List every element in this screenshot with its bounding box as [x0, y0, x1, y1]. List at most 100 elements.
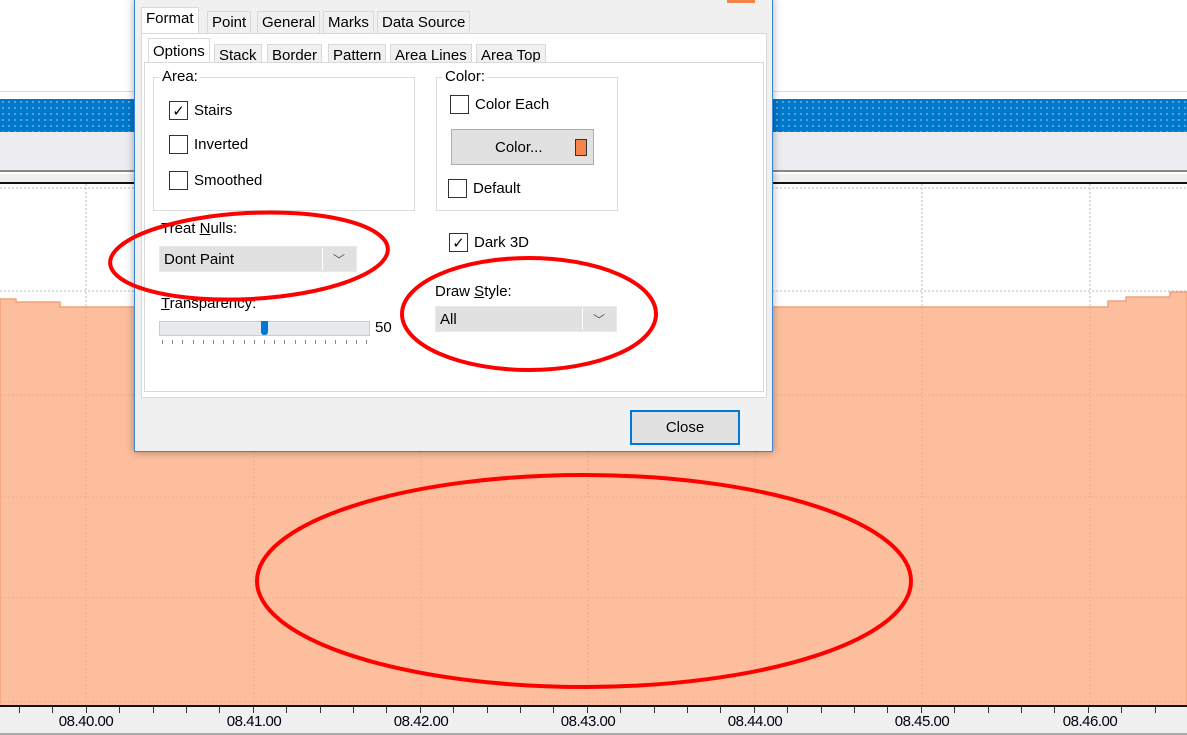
slider-tick	[366, 340, 367, 344]
axis-tick	[1121, 707, 1123, 713]
slider-tick	[202, 340, 204, 344]
axis-tick	[720, 707, 722, 713]
axis-tick	[453, 707, 455, 713]
stairs-label: Stairs	[194, 102, 233, 119]
x-tick-label: 08.40.00	[58, 713, 114, 730]
smoothed-checkbox[interactable]: Smoothed	[169, 171, 262, 190]
color-button-label: Color...	[495, 138, 543, 156]
tab-data-source[interactable]: Data Source	[377, 11, 471, 33]
slider-tick	[223, 340, 225, 344]
axis-tick	[219, 707, 221, 713]
treat-nulls-value: Dont Paint	[164, 250, 235, 268]
axis-tick	[386, 707, 388, 713]
default-label: Default	[473, 180, 521, 197]
tab-marks[interactable]: Marks	[323, 11, 374, 33]
axis-tick	[520, 707, 521, 713]
chevron-down-icon: ﹀	[582, 308, 615, 330]
dark-3d-label: Dark 3D	[474, 234, 530, 251]
axis-tick	[119, 707, 121, 713]
checkbox-box	[448, 179, 467, 198]
close-button-label: Close	[665, 419, 705, 436]
x-tick-label: 08.42.00	[393, 713, 449, 730]
slider-tick	[192, 340, 194, 344]
slider-tick	[335, 340, 337, 344]
treat-nulls-label: Treat Nulls:	[161, 220, 238, 237]
slider-tick	[162, 340, 163, 344]
color-button[interactable]: Color...	[451, 129, 594, 165]
close-button[interactable]: Close	[630, 410, 740, 445]
transparency-slider[interactable]	[159, 321, 370, 336]
checkbox-box	[450, 95, 469, 114]
stairs-checkbox[interactable]: ✓ Stairs	[169, 101, 232, 120]
dark-3d-checkbox[interactable]: ✓ Dark 3D	[449, 233, 529, 252]
checkbox-box	[169, 171, 188, 190]
slider-ticks	[162, 340, 367, 345]
slider-tick	[284, 340, 286, 344]
slider-tick	[253, 340, 255, 344]
tab-format[interactable]: Format	[141, 7, 199, 33]
axis-tick	[887, 707, 889, 713]
transparency-value: 50	[375, 319, 392, 336]
x-tick-label: 08.41.00	[226, 713, 282, 730]
axis-tick	[286, 707, 288, 713]
slider-tick	[304, 340, 306, 344]
axis-tick	[854, 707, 855, 713]
area-group: Area: ✓ Stairs Inverted Smoothed	[153, 68, 415, 211]
area-label: Area:	[160, 68, 200, 85]
color-group: Color: Color Each Color... Default	[436, 68, 618, 211]
slider-thumb[interactable]	[261, 321, 268, 335]
smoothed-label: Smoothed	[194, 172, 263, 189]
draw-style-select[interactable]: All ﹀	[435, 306, 617, 332]
slider-tick	[315, 340, 316, 344]
axis-tick	[820, 707, 822, 713]
treat-nulls-select[interactable]: Dont Paint ﹀	[159, 246, 357, 272]
slider-tick	[213, 340, 214, 344]
x-axis: 08.40.00 08.41.00 08.42.00 08.43.00 08.44.00…	[0, 705, 1187, 735]
axis-tick	[1054, 707, 1056, 713]
slider-tick	[274, 340, 276, 344]
axis-tick	[319, 707, 321, 713]
axis-tick	[987, 707, 989, 713]
subtab-bar: Options Stack Border Pattern Area Lines …	[142, 38, 762, 66]
title-color-swatch	[727, 0, 755, 3]
tab-general[interactable]: General	[257, 11, 321, 33]
x-tick-label: 08.45.00	[894, 713, 950, 730]
default-checkbox[interactable]: Default	[448, 179, 521, 198]
color-swatch	[575, 139, 587, 156]
axis-tick	[486, 707, 488, 713]
transparency-label: Transparency:	[161, 295, 257, 312]
axis-tick	[620, 707, 622, 713]
slider-tick	[345, 340, 347, 344]
x-tick-label: 08.44.00	[727, 713, 783, 730]
axis-tick	[1154, 707, 1156, 713]
slider-tick	[264, 340, 265, 344]
tab-point[interactable]: Point	[207, 11, 252, 33]
axis-tick	[52, 707, 54, 713]
check-icon: ✓	[169, 101, 188, 120]
axis-tick	[1021, 707, 1022, 713]
checkbox-box	[169, 135, 188, 154]
inverted-checkbox[interactable]: Inverted	[169, 135, 248, 154]
slider-tick	[294, 340, 296, 344]
axis-tick	[186, 707, 187, 713]
axis-tick	[553, 707, 555, 713]
slider-tick	[182, 340, 184, 344]
axis-tick	[19, 707, 20, 713]
color-each-checkbox[interactable]: Color Each	[450, 95, 549, 114]
format-panel: Options Stack Border Pattern Area Lines …	[141, 33, 767, 398]
draw-style-value: All	[440, 310, 457, 328]
color-label: Color:	[443, 68, 488, 85]
axis-tick	[787, 707, 789, 713]
draw-style-label: Draw Style:	[435, 283, 512, 300]
axis-tick	[687, 707, 688, 713]
axis-tick	[353, 707, 354, 713]
series-format-dialog: Format Point General Marks Data Source O…	[134, 0, 773, 452]
axis-tick	[653, 707, 655, 713]
slider-tick	[355, 340, 357, 344]
slider-tick	[172, 340, 174, 344]
axis-tick	[954, 707, 956, 713]
slider-tick	[243, 340, 245, 344]
check-icon: ✓	[449, 233, 468, 252]
axis-tick	[152, 707, 154, 713]
options-panel: Area: ✓ Stairs Inverted Smoothed Color: C…	[144, 62, 764, 392]
